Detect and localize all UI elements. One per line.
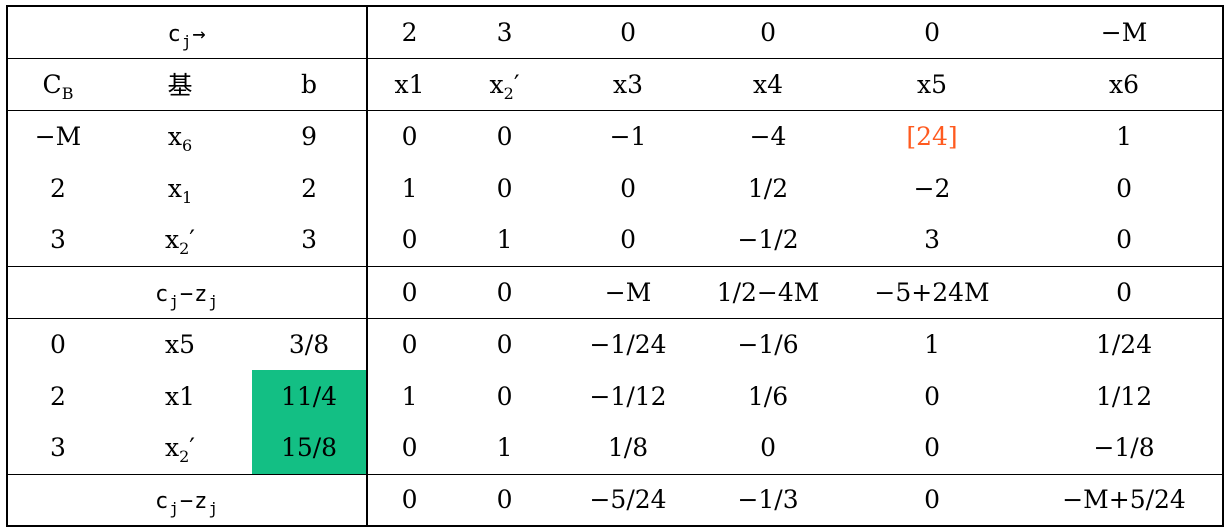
- value-cell: 1: [366, 370, 452, 422]
- b-cell: 3/8: [252, 317, 368, 370]
- cj-zj-value: 1/2−4M: [698, 265, 839, 318]
- cj-label-cell: cj→: [7, 6, 367, 58]
- cj-value: 0: [760, 17, 776, 47]
- cb-cell: 3: [50, 225, 66, 255]
- value-cell: 1/6: [747, 381, 789, 411]
- value-cell: 1: [838, 317, 1027, 370]
- pivot-value: [24]: [906, 121, 958, 151]
- cj-row: cj→ 2 3 0 0 0 −M: [7, 6, 1223, 58]
- b-cell: 2: [301, 173, 317, 203]
- table-row: 2 x1 2 1 0 0 1/2 −2 0: [7, 162, 1223, 214]
- table-row: −M x6 9 0 0 −1 −4 [24] 1: [7, 109, 1224, 162]
- b-cell: 9: [252, 109, 368, 162]
- cj-zj-value: 0: [366, 265, 452, 318]
- cj-zj-value: −5+24M: [838, 265, 1027, 318]
- cb-cell: 0: [7, 317, 108, 370]
- value-cell: 0: [620, 225, 636, 255]
- basis-cell: x2′: [165, 225, 195, 259]
- header-var: x3: [558, 57, 699, 110]
- header-var: x5: [838, 57, 1027, 110]
- basis-cell: x6: [108, 109, 252, 162]
- value-cell: 0: [451, 109, 559, 162]
- basis-cell: x2′: [165, 433, 195, 467]
- cj-zj-value: −M+5/24: [1026, 473, 1224, 526]
- value-cell: −1/12: [589, 381, 667, 411]
- cj-zj-value: 0: [1026, 265, 1224, 318]
- cj-zj-row: cj−zj 0 0 −M 1/2−4M −5+24M 0: [7, 265, 1224, 318]
- cb-cell: 2: [50, 381, 66, 411]
- value-cell: −1: [558, 109, 699, 162]
- cj-value: 2: [366, 6, 452, 58]
- value-cell: 1: [496, 433, 513, 463]
- value-cell: −1/24: [558, 317, 699, 370]
- cj-zj-value: −5/24: [558, 473, 699, 526]
- cj-value: 0: [620, 17, 636, 47]
- cj-zj-label: cj−zj: [7, 473, 368, 526]
- value-cell: −1/8: [1093, 433, 1155, 463]
- value-cell: −1/6: [698, 317, 839, 370]
- simplex-tableau: cj→ 2 3 0 0 0 −M CB 基 b x1 x2′ x3 x4 x5 …: [6, 5, 1225, 527]
- cj-zj-label: cj−zj: [7, 265, 368, 318]
- header-basis: 基: [108, 57, 252, 110]
- cj-zj-value: −M: [558, 265, 699, 318]
- cj-zj-value: 0: [451, 265, 559, 318]
- basis-cell: x5: [108, 317, 252, 370]
- cb-cell: 2: [50, 173, 66, 203]
- cj-zj-row: cj−zj 0 0 −5/24 −1/3 0 −M+5/24: [7, 473, 1224, 526]
- cb-cell: −M: [7, 109, 108, 162]
- value-cell: −4: [698, 109, 839, 162]
- simplex-tableau-container: cj→ 2 3 0 0 0 −M CB 基 b x1 x2′ x3 x4 x5 …: [0, 0, 1229, 527]
- basis-cell: x1: [164, 381, 195, 411]
- value-cell: 0: [760, 433, 776, 463]
- cb-cell: 3: [50, 433, 66, 463]
- header-b: b: [252, 57, 368, 110]
- header-cb: CB: [7, 57, 108, 110]
- value-cell: 0: [1116, 225, 1132, 255]
- cj-zj-value: 0: [451, 473, 559, 526]
- value-cell: 0: [366, 109, 452, 162]
- arrow-right-icon: →: [192, 21, 207, 47]
- header-var: x6: [1026, 57, 1224, 110]
- value-cell: 1/24: [1026, 317, 1224, 370]
- value-cell: 1/2: [747, 173, 789, 203]
- header-row: CB 基 b x1 x2′ x3 x4 x5 x6: [7, 57, 1224, 110]
- cj-value: 3: [496, 17, 513, 47]
- value-cell: 0: [366, 214, 452, 266]
- cj-zj-value: 0: [838, 473, 1027, 526]
- value-cell: 0: [366, 422, 452, 474]
- cj-value: 0: [924, 17, 940, 47]
- b-cell: 3: [301, 225, 317, 255]
- value-cell: −1/2: [737, 225, 799, 255]
- value-cell: 1/12: [1095, 381, 1153, 411]
- value-cell: 0: [1116, 173, 1132, 203]
- value-cell: 1: [366, 162, 452, 214]
- cj-label: cj→: [167, 21, 207, 51]
- value-cell: 1: [1026, 109, 1224, 162]
- table-row: 3 x2′ 3 0 1 0 −1/2 3 0: [7, 214, 1223, 266]
- cj-zj-value: −1/3: [698, 473, 839, 526]
- cj-value: −M: [1100, 17, 1148, 47]
- value-cell: 1/8: [607, 433, 649, 463]
- cj-zj-value: 0: [366, 473, 452, 526]
- value-cell: −2: [913, 173, 951, 203]
- header-var: x2′: [451, 57, 559, 110]
- table-row: 3 x2′ 15/8 0 1 1/8 0 0 −1/8: [7, 422, 1223, 474]
- pivot-cell: [24]: [838, 109, 1027, 162]
- value-cell: 0: [366, 317, 452, 370]
- value-cell: 0: [451, 317, 559, 370]
- highlighted-b-cell: 11/4: [252, 370, 368, 422]
- highlighted-b-cell: 15/8: [252, 422, 368, 474]
- header-var: x1: [366, 57, 452, 110]
- table-row: 2 x1 11/4 1 0 −1/12 1/6 0 1/12: [7, 370, 1223, 422]
- value-cell: 0: [924, 433, 940, 463]
- header-var: x4: [698, 57, 839, 110]
- value-cell: 0: [924, 381, 940, 411]
- value-cell: 0: [496, 381, 513, 411]
- value-cell: 0: [620, 173, 636, 203]
- value-cell: 3: [924, 225, 940, 255]
- value-cell: 1: [496, 225, 513, 255]
- table-row: 0 x5 3/8 0 0 −1/24 −1/6 1 1/24: [7, 317, 1224, 370]
- basis-cell: x1: [167, 173, 193, 207]
- value-cell: 0: [496, 173, 513, 203]
